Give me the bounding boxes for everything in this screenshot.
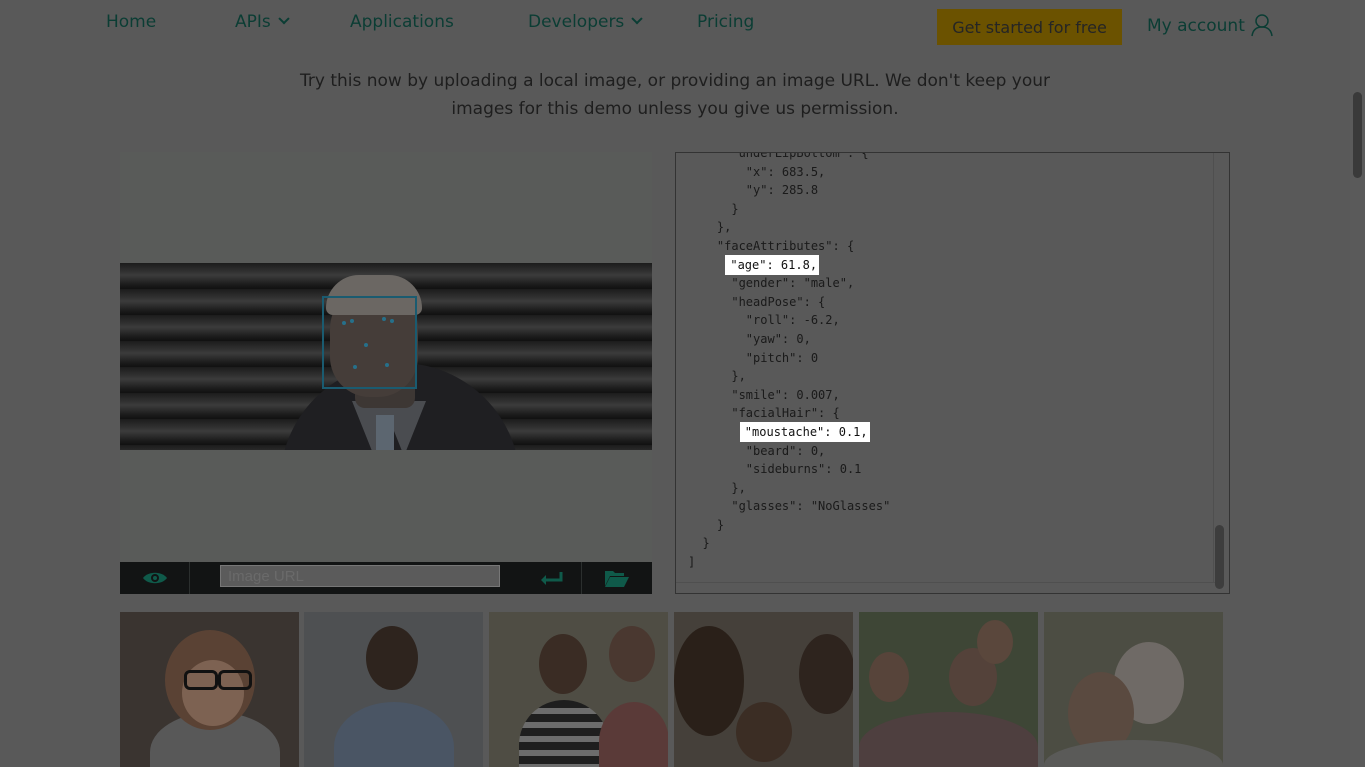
json-horizontal-scrollbar[interactable] [676,582,1216,583]
analyzed-photo [120,263,652,450]
nav-developers[interactable]: Developers [528,12,643,32]
page-scrollbar-thumb[interactable] [1353,92,1362,178]
nav-developers-label: Developers [528,12,625,32]
image-toolbar [120,562,652,594]
face-landmark [385,363,389,367]
nav-apis-label: APIs [235,12,271,32]
my-account-label: My account [1147,16,1245,36]
thumb-senior-couple[interactable] [1044,612,1223,767]
json-line: } [688,536,710,551]
json-line: "pitch": 0 [688,350,819,365]
photo-tie [376,415,394,450]
nav-home[interactable]: Home [106,12,156,32]
json-highlighted-value: "age": 61.8, [725,254,820,275]
show-landmarks-button[interactable] [120,562,189,594]
json-line: }, [688,220,732,235]
json-line: "yaw": 0, [688,331,811,346]
image-url-input[interactable] [220,565,500,587]
intro-text: Try this now by uploading a local image,… [290,67,1060,123]
enter-icon [540,572,562,585]
json-line: "age": 61.8, [688,254,890,275]
face-landmark [342,321,346,325]
nav-pricing[interactable]: Pricing [697,12,754,32]
face-landmark [390,319,394,323]
submit-url-button[interactable] [520,562,581,594]
nav-applications-label: Applications [350,12,454,32]
eye-icon [142,572,167,584]
json-line: }, [688,480,746,495]
json-scrollbar-thumb[interactable] [1215,525,1224,589]
get-started-button[interactable]: Get started for free [937,9,1122,45]
face-landmark [350,319,354,323]
get-started-label: Get started for free [952,17,1107,37]
json-line: "moustache": 0.1, [688,421,890,442]
json-line: "gender": "male", [688,276,855,291]
json-scrollbar-track[interactable] [1213,153,1225,583]
json-result-panel[interactable]: "underLipBottom": { "x": 683.5, "y": 285… [675,152,1230,594]
chevron-down-icon [278,13,290,25]
thumb-woman-glasses[interactable] [120,612,299,767]
json-line: "headPose": { [688,294,826,309]
json-line: "roll": -6.2, [688,313,840,328]
thumb-couple[interactable] [489,612,668,767]
json-line: "sideburns": 0.1 [688,462,862,477]
json-line: } [688,201,739,216]
nav-home-label: Home [106,12,157,32]
json-line: "underLipBottom": { [688,152,869,160]
toolbar-divider [189,562,190,594]
image-preview-panel [120,152,652,562]
upload-file-button[interactable] [582,562,652,594]
json-line: "x": 683.5, [688,164,826,179]
json-line: } [688,517,725,532]
face-landmark [364,343,368,347]
json-highlighted-value: "moustache": 0.1, [739,421,870,442]
json-line: "faceAttributes": { [688,238,855,253]
face-landmark [353,365,357,369]
json-code: "underLipBottom": { "x": 683.5, "y": 285… [688,152,891,572]
json-line: }, [688,369,746,384]
chevron-down-icon [631,13,643,25]
intro-line-1: Try this now by uploading a local image,… [299,71,1050,91]
json-line: "facialHair": { [688,406,840,421]
intro-line-2: images for this demo unless you give us … [451,99,899,119]
page-scrollbar[interactable] [1350,0,1365,767]
json-line: ] [688,555,696,570]
my-account-link[interactable]: My account [1147,14,1273,37]
thumb-man-smiling[interactable] [304,612,483,767]
json-line: "smile": 0.007, [688,387,840,402]
nav-apis[interactable]: APIs [235,12,290,32]
folder-open-icon [605,571,629,587]
json-line: "beard": 0, [688,443,826,458]
json-line: "y": 285.8 [688,183,819,198]
thumb-family-kids[interactable] [859,612,1038,767]
nav-pricing-label: Pricing [697,12,755,32]
user-icon [1251,14,1273,37]
page: Home APIs Applications Developers Pricin… [0,0,1365,767]
face-landmark [382,317,386,321]
thumb-family-baby[interactable] [674,612,853,767]
nav-applications[interactable]: Applications [350,12,454,32]
face-bounding-box [322,296,417,389]
json-line: "glasses": "NoGlasses" [688,499,891,514]
top-nav: Home APIs Applications Developers Pricin… [0,0,1350,52]
